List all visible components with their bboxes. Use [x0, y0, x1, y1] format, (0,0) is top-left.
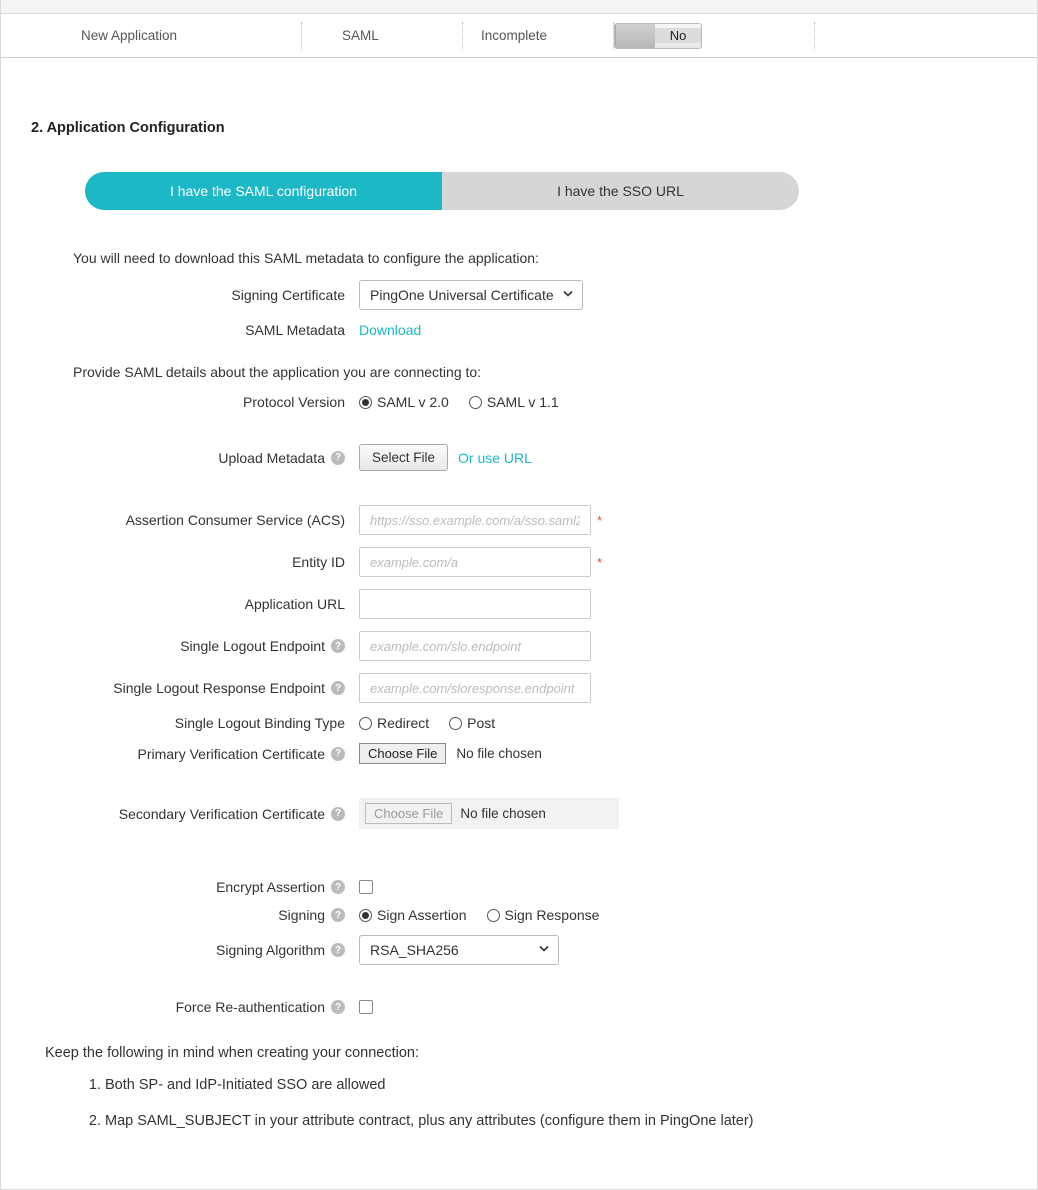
radio-sign-response[interactable]: Sign Response — [487, 907, 600, 923]
radio-icon — [487, 909, 500, 922]
acs-input[interactable] — [359, 505, 591, 535]
help-icon[interactable]: ? — [331, 807, 345, 821]
radio-saml-v20[interactable]: SAML v 2.0 — [359, 394, 449, 410]
help-icon[interactable]: ? — [331, 639, 345, 653]
intro-text-2: Provide SAML details about the applicati… — [73, 364, 1007, 380]
secondary-cert-file-wrap: Choose File No file chosen — [359, 798, 619, 829]
slo-endpoint-input[interactable] — [359, 631, 591, 661]
radio-icon — [359, 717, 372, 730]
notes-item: Map SAML_SUBJECT in your attribute contr… — [105, 1113, 1007, 1129]
radio-icon — [469, 396, 482, 409]
radio-icon — [449, 717, 462, 730]
use-url-link[interactable]: Or use URL — [458, 450, 532, 466]
radio-sign-assertion[interactable]: Sign Assertion — [359, 907, 467, 923]
notes-item: Both SP- and IdP-Initiated SSO are allow… — [105, 1077, 1007, 1093]
toggle-knob — [615, 24, 655, 48]
app-summary-row: New Application SAML Incomplete No — [1, 14, 1037, 58]
help-icon[interactable]: ? — [331, 880, 345, 894]
label-saml-metadata: SAML Metadata — [31, 322, 359, 338]
radio-icon — [359, 396, 372, 409]
notes-title: Keep the following in mind when creating… — [45, 1045, 1007, 1061]
help-icon[interactable]: ? — [331, 1000, 345, 1014]
section-title: 2. Application Configuration — [31, 120, 1007, 136]
select-file-button[interactable]: Select File — [359, 444, 448, 471]
enabled-toggle[interactable]: No — [614, 23, 702, 49]
label-protocol-version: Protocol Version — [31, 394, 359, 410]
status-label: Incomplete — [481, 28, 547, 43]
label-secondary-cert: Secondary Verification Certificate ? — [31, 806, 359, 822]
top-strip — [1, 0, 1037, 14]
label-slo-endpoint: Single Logout Endpoint ? — [31, 638, 359, 654]
label-signing-algorithm: Signing Algorithm ? — [31, 942, 359, 958]
tab-sso-url[interactable]: I have the SSO URL — [442, 172, 799, 210]
help-icon[interactable]: ? — [331, 451, 345, 465]
signing-algorithm-select[interactable]: RSA_SHA256 — [359, 935, 559, 965]
protocol-label: SAML — [342, 28, 379, 43]
enabled-toggle-cell: No — [614, 23, 814, 49]
config-mode-tabs: I have the SAML configuration I have the… — [85, 172, 799, 210]
force-reauth-checkbox[interactable] — [359, 1000, 373, 1014]
label-slo-response-endpoint: Single Logout Response Endpoint ? — [31, 680, 359, 696]
help-icon[interactable]: ? — [331, 747, 345, 761]
help-icon[interactable]: ? — [331, 943, 345, 957]
radio-saml-v11[interactable]: SAML v 1.1 — [469, 394, 559, 410]
slo-response-endpoint-input[interactable] — [359, 673, 591, 703]
secondary-cert-choose-file-button: Choose File — [365, 803, 452, 824]
required-marker: * — [597, 555, 602, 570]
label-acs: Assertion Consumer Service (ACS) — [31, 512, 359, 528]
help-icon[interactable]: ? — [331, 681, 345, 695]
radio-redirect[interactable]: Redirect — [359, 715, 429, 731]
label-encrypt-assertion: Encrypt Assertion ? — [31, 879, 359, 895]
download-metadata-link[interactable]: Download — [359, 322, 421, 338]
status-cell: Incomplete — [463, 28, 613, 43]
app-name-cell: New Application — [1, 28, 301, 43]
entity-id-input[interactable] — [359, 547, 591, 577]
radio-icon — [359, 909, 372, 922]
signing-certificate-select[interactable]: PingOne Universal Certificate — [359, 280, 583, 310]
label-primary-cert: Primary Verification Certificate ? — [31, 746, 359, 762]
intro-text-1: You will need to download this SAML meta… — [73, 250, 1007, 266]
label-application-url: Application URL — [31, 596, 359, 612]
required-marker: * — [597, 513, 602, 528]
label-signing: Signing ? — [31, 907, 359, 923]
application-url-input[interactable] — [359, 589, 591, 619]
radio-post[interactable]: Post — [449, 715, 495, 731]
primary-cert-choose-file-button[interactable]: Choose File — [359, 743, 446, 764]
notes-list: Both SP- and IdP-Initiated SSO are allow… — [105, 1077, 1007, 1129]
secondary-cert-file-status: No file chosen — [460, 806, 546, 821]
label-slo-binding-type: Single Logout Binding Type — [31, 715, 359, 731]
label-signing-certificate: Signing Certificate — [31, 287, 359, 303]
help-icon[interactable]: ? — [331, 908, 345, 922]
app-name: New Application — [81, 28, 177, 43]
encrypt-assertion-checkbox[interactable] — [359, 880, 373, 894]
toggle-value: No — [655, 28, 701, 43]
tab-saml-configuration[interactable]: I have the SAML configuration — [85, 172, 442, 210]
protocol-cell: SAML — [302, 28, 462, 43]
label-force-reauth: Force Re-authentication ? — [31, 999, 359, 1015]
chevron-down-icon — [562, 288, 574, 303]
divider — [814, 22, 815, 50]
label-upload-metadata: Upload Metadata ? — [31, 450, 359, 466]
label-entity-id: Entity ID — [31, 554, 359, 570]
chevron-down-icon — [538, 943, 550, 958]
primary-cert-file-status: No file chosen — [456, 746, 542, 761]
